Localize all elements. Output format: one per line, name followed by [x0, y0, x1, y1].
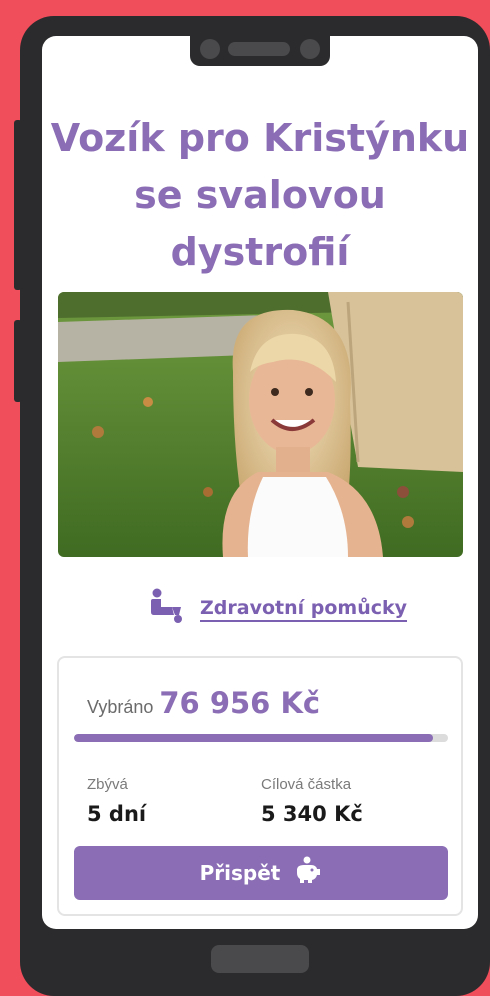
- home-button[interactable]: [211, 945, 309, 973]
- camera-icon: [200, 39, 220, 59]
- progress-bar-fill: [74, 734, 434, 742]
- goal-label: Cílová částka: [261, 776, 352, 793]
- phone-side-button: [14, 320, 22, 402]
- raised-label: Vybráno: [87, 697, 154, 717]
- category-link[interactable]: Zdravotní pomůcky: [148, 588, 407, 628]
- title-line: se svalovou: [134, 173, 386, 217]
- sensor-icon: [300, 39, 320, 59]
- piggy-bank-icon: [292, 856, 322, 891]
- campaign-photo: [58, 292, 463, 557]
- phone-screen: Vozík pro Kristýnku se svalovou dystrofi…: [42, 36, 478, 929]
- donate-button[interactable]: Přispět: [74, 846, 448, 900]
- phone-side-button: [14, 120, 22, 290]
- category-label[interactable]: Zdravotní pomůcky: [200, 597, 407, 619]
- donation-card: Vybráno 76 956 Kč Zbývá 5 dní Cílová čás…: [57, 656, 463, 916]
- title-line: Vozík pro Kristýnku: [50, 116, 470, 160]
- raised-value: 76 956 Kč: [159, 686, 321, 720]
- donate-button-label: Přispět: [199, 861, 281, 885]
- speaker-grille: [228, 42, 290, 56]
- phone-notch: [190, 30, 330, 66]
- goal-value: 5 340 Kč: [261, 802, 363, 826]
- wheelchair-icon: [148, 587, 186, 629]
- remaining-value: 5 dní: [87, 802, 147, 826]
- progress-bar: [74, 734, 448, 742]
- remaining-label: Zbývá: [87, 776, 128, 793]
- raised-amount: Vybráno 76 956 Kč: [87, 686, 320, 720]
- title-line: dystrofií: [170, 230, 350, 274]
- campaign-title: Vozík pro Kristýnku se svalovou dystrofi…: [42, 110, 478, 281]
